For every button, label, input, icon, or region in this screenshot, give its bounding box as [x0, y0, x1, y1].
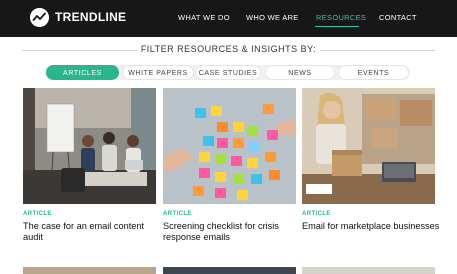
trendline-logo-icon	[30, 8, 49, 27]
site-header: TRENDLINE WHAT WE DO WHO WE ARE RESOURCE…	[0, 0, 457, 37]
next-article-thumbnail[interactable]	[302, 267, 435, 274]
office-meeting-photo[interactable]	[23, 88, 156, 204]
article-tag: ARTICLE	[302, 211, 331, 217]
filter-case-studies[interactable]: CASE STUDIES	[195, 65, 261, 80]
filter-articles[interactable]: ARTICLES	[46, 65, 119, 80]
nav-resources[interactable]: RESOURCES	[316, 13, 366, 23]
logo[interactable]: TRENDLINE	[30, 8, 126, 27]
article-tag: ARTICLE	[163, 211, 192, 217]
woman-packing-box-photo[interactable]	[302, 88, 435, 204]
article-title[interactable]: Email for marketplace businesses	[302, 221, 442, 232]
article-title[interactable]: Screening checklist for crisis response …	[163, 221, 303, 243]
filter-events[interactable]: EVENTS	[338, 65, 409, 80]
filter-white-papers[interactable]: WHITE PAPERS	[122, 65, 194, 80]
article-title[interactable]: The case for an email content audit	[23, 221, 163, 243]
filter-pill-bar: ARTICLES WHITE PAPERS CASE STUDIES NEWS …	[44, 65, 410, 80]
filter-heading: FILTER RESOURCES & INSIGHTS BY:	[0, 43, 457, 55]
filter-news[interactable]: NEWS	[265, 65, 335, 80]
nav-who-we-are[interactable]: WHO WE ARE	[246, 13, 299, 23]
nav-contact[interactable]: CONTACT	[379, 13, 417, 23]
brand-name: TRENDLINE	[55, 10, 127, 24]
next-article-thumbnail[interactable]	[23, 267, 156, 274]
nav-what-we-do[interactable]: WHAT WE DO	[178, 13, 230, 23]
sticky-notes-wall-photo[interactable]	[163, 88, 296, 204]
article-tag: ARTICLE	[23, 211, 52, 217]
next-article-thumbnail[interactable]	[163, 267, 296, 274]
nav-active-underline	[315, 26, 359, 27]
